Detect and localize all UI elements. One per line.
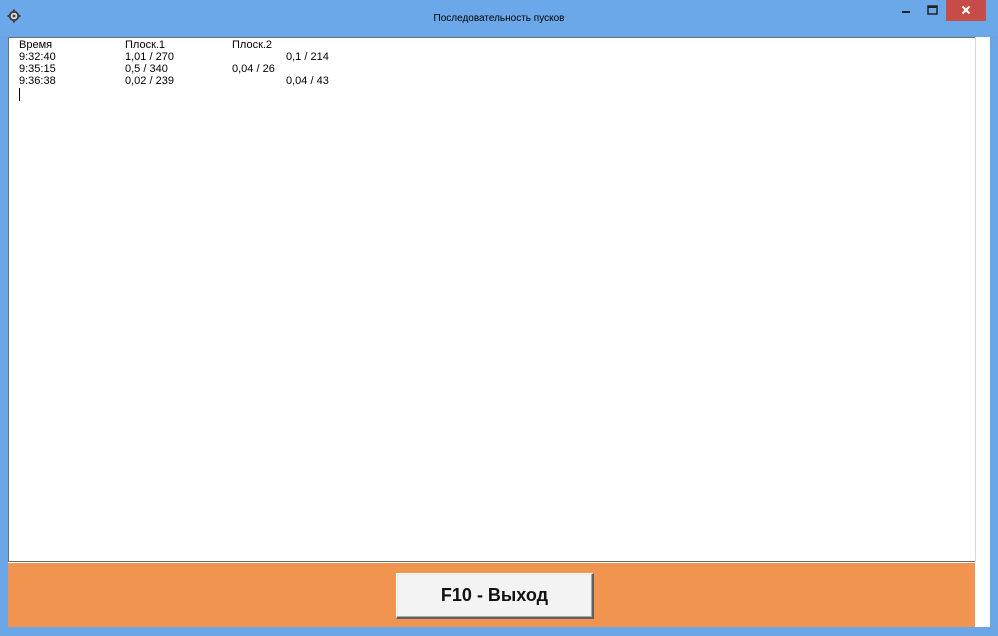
row-plane1: 0,02 / 239 [125,75,174,87]
window-title: Последовательность пусков [433,13,565,24]
row-plane2: 0,1 / 214 [286,51,329,63]
text-caret [19,88,20,101]
title-bar[interactable]: Последовательность пусков [0,0,998,36]
close-icon [961,2,971,20]
row-plane2: 0,04 / 43 [286,75,329,87]
row-plane1: 1,01 / 270 [125,51,174,63]
close-button[interactable] [946,0,986,21]
row-plane1: 0,5 / 340 [125,63,168,75]
column-header-time: Время [19,39,53,51]
maximize-button[interactable] [919,0,945,21]
row-time: 9:36:38 [19,75,56,87]
maximize-icon [926,2,938,20]
main-window: Последовательность пусков Время Плоск.1 … [0,0,998,636]
row-plane2: 0,04 / 26 [232,63,275,75]
minimize-icon [901,2,911,20]
column-header-plane1: Плоск.1 [125,39,166,51]
minimize-button[interactable] [893,0,919,21]
row-time: 9:32:40 [19,51,56,63]
exit-button[interactable]: F10 - Выход [396,573,594,619]
scrollbar[interactable] [975,37,990,562]
log-text-area[interactable] [8,37,975,562]
column-header-plane2: Плоск.2 [232,39,273,51]
row-time: 9:35:15 [19,63,56,75]
